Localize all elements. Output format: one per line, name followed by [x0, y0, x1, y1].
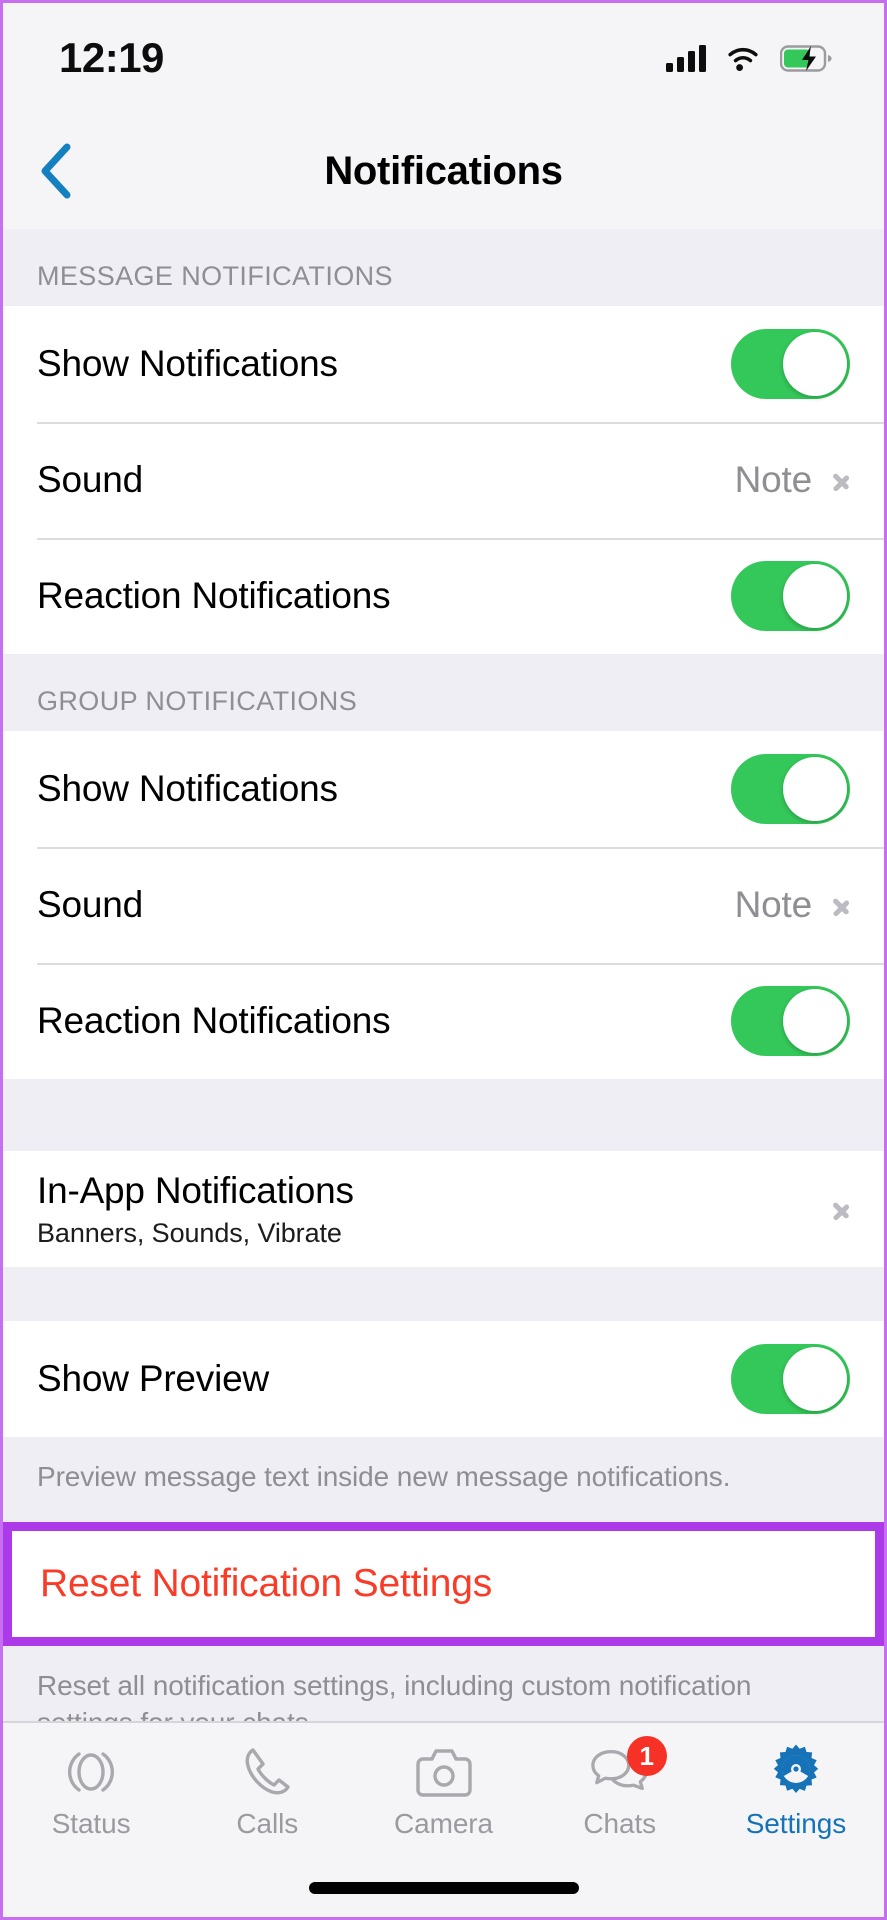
footnote-reset: Reset all notification settings, includi…: [3, 1645, 884, 1721]
gear-icon: [765, 1742, 827, 1802]
phone-screen: 12:19 Notifications MESSAGE NOTIFICATION…: [0, 0, 887, 1920]
tab-label: Settings: [745, 1808, 847, 1839]
toggle-group-show-notifications[interactable]: [731, 754, 850, 824]
row-group-reaction-notifications[interactable]: Reaction Notifications: [3, 963, 884, 1079]
row-label: Show Notifications: [37, 768, 338, 809]
toggle-message-show-notifications[interactable]: [731, 329, 850, 399]
tab-label: Camera: [394, 1808, 493, 1839]
row-value-sound: Note: [734, 884, 813, 925]
reset-label: Reset Notification Settings: [40, 1561, 492, 1605]
row-label: Show Preview: [37, 1358, 270, 1399]
section-gap: [3, 1079, 884, 1151]
battery-charging-icon: [780, 44, 832, 72]
chevron-right-icon: [832, 889, 850, 921]
section-group-message-notifications: Show Notifications Sound Note Reaction N…: [3, 306, 884, 654]
tab-bar: Status Calls Camera 1 Chats Settings: [3, 1721, 884, 1859]
tab-label: Calls: [236, 1808, 299, 1839]
toggle-knob: [783, 989, 847, 1053]
toggle-knob: [783, 1347, 847, 1411]
row-text-stack: In-App Notifications Banners, Sounds, Vi…: [37, 1170, 832, 1249]
phone-icon: [236, 1742, 298, 1802]
row-message-reaction-notifications[interactable]: Reaction Notifications: [3, 538, 884, 654]
back-button[interactable]: [21, 136, 91, 206]
section-header-message-notifications: MESSAGE NOTIFICATIONS: [3, 229, 884, 306]
row-message-show-notifications[interactable]: Show Notifications: [3, 306, 884, 422]
toggle-show-preview[interactable]: [731, 1344, 850, 1414]
row-label: In-App Notifications: [37, 1169, 354, 1211]
tab-settings[interactable]: Settings: [708, 1723, 884, 1859]
settings-list: MESSAGE NOTIFICATIONS Show Notifications…: [3, 229, 884, 1721]
section-group-in-app: In-App Notifications Banners, Sounds, Vi…: [3, 1151, 884, 1267]
row-group-show-notifications[interactable]: Show Notifications: [3, 731, 884, 847]
toggle-knob: [783, 332, 847, 396]
toggle-knob: [783, 757, 847, 821]
chevron-right-icon: [832, 464, 850, 496]
chat-bubbles-icon: 1: [589, 1736, 667, 1802]
section-header-group-notifications: GROUP NOTIFICATIONS: [3, 654, 884, 731]
tab-calls[interactable]: Calls: [179, 1723, 355, 1859]
status-rings-icon: [60, 1742, 122, 1802]
row-sublabel: Banners, Sounds, Vibrate: [37, 1217, 342, 1248]
reset-notification-settings-button[interactable]: Reset Notification Settings: [12, 1530, 875, 1637]
chats-badge: 1: [626, 1736, 667, 1776]
status-bar: 12:19: [3, 3, 884, 113]
tab-camera[interactable]: Camera: [355, 1723, 531, 1859]
tab-chats[interactable]: 1 Chats: [532, 1723, 708, 1859]
row-show-preview[interactable]: Show Preview: [3, 1321, 884, 1437]
row-label: Sound: [37, 884, 143, 925]
row-label: Reaction Notifications: [37, 1000, 391, 1041]
wifi-icon: [728, 47, 758, 71]
row-label: Reaction Notifications: [37, 575, 391, 616]
section-group-group-notifications: Show Notifications Sound Note Reaction N…: [3, 731, 884, 1079]
row-label: Show Notifications: [37, 343, 338, 384]
tab-status[interactable]: Status: [3, 1723, 179, 1859]
tab-label: Status: [51, 1808, 131, 1839]
footnote-show-preview: Preview message text inside new message …: [3, 1437, 884, 1522]
home-indicator-area: [3, 1859, 884, 1917]
status-time: 12:19: [59, 34, 164, 81]
page-title: Notifications: [324, 148, 563, 193]
section-group-show-preview: Show Preview: [3, 1321, 884, 1437]
row-in-app-notifications[interactable]: In-App Notifications Banners, Sounds, Vi…: [3, 1151, 884, 1267]
cellular-signal-icon: [666, 44, 706, 72]
row-message-sound[interactable]: Sound Note: [3, 422, 884, 538]
status-icons: [666, 44, 832, 72]
section-gap: [3, 1267, 884, 1321]
navigation-bar: Notifications: [3, 113, 884, 229]
toggle-knob: [783, 564, 847, 628]
home-indicator[interactable]: [308, 1882, 579, 1894]
row-value-sound: Note: [734, 459, 813, 500]
chevron-right-icon: [832, 1193, 850, 1225]
chevron-left-icon: [41, 143, 71, 199]
toggle-group-reaction-notifications[interactable]: [731, 986, 850, 1056]
row-label: Sound: [37, 459, 143, 500]
toggle-message-reaction-notifications[interactable]: [731, 561, 850, 631]
tab-label: Chats: [583, 1808, 657, 1839]
row-group-sound[interactable]: Sound Note: [3, 847, 884, 963]
reset-highlight-box: Reset Notification Settings: [3, 1521, 884, 1646]
camera-icon: [413, 1742, 475, 1802]
